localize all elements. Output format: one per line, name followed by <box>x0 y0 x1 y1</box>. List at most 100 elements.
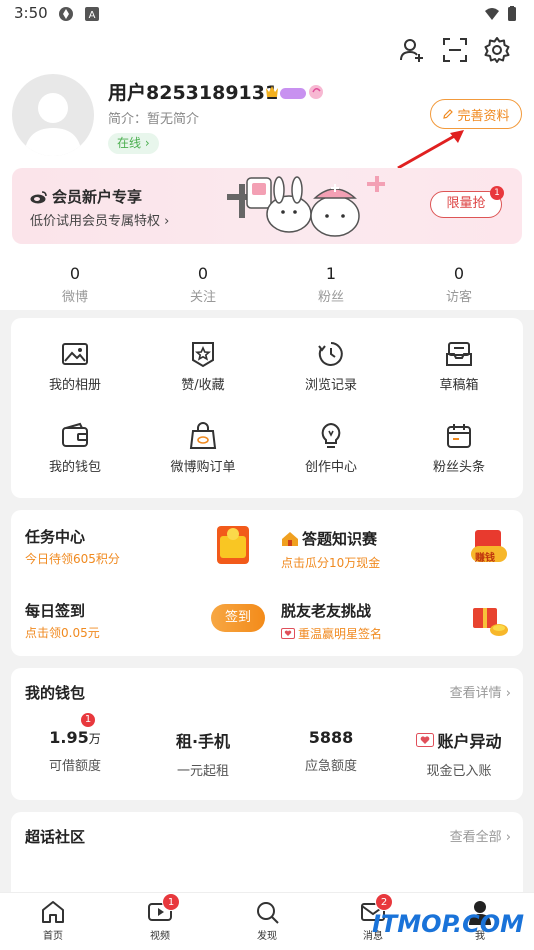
friends-title[interactable]: 脱友老友挑战 <box>281 600 371 621</box>
stat-label: 微博 <box>61 290 88 305</box>
tool-label: 赞/收藏 <box>181 378 225 393</box>
wallet-emergency[interactable]: 5888 应急额度 <box>267 728 395 774</box>
stat-value: 0 <box>197 264 209 283</box>
nav-label: 首页 <box>43 931 63 942</box>
wallet-label: 应急额度 <box>304 759 357 774</box>
quiz-title-row[interactable]: 答题知识赛 <box>281 528 377 549</box>
wallet-title: 我的钱包 <box>25 684 86 702</box>
svg-text:A: A <box>89 10 96 21</box>
nav-home[interactable]: 首页 <box>23 899 83 942</box>
task-center-sub[interactable]: 今日待领605积分 <box>25 550 120 567</box>
checkin-sub[interactable]: 点击领0.05元 <box>25 624 100 641</box>
nav-messages-badge: 2 <box>375 893 393 911</box>
tool-label: 微博购订单 <box>170 460 236 475</box>
wallet-more-link[interactable]: 查看详情 › <box>450 682 511 701</box>
banner-title-row: 会员新户专享 <box>30 186 142 207</box>
add-friend-icon[interactable] <box>398 36 426 64</box>
tasks-card: 任务中心 今日待领605积分 答题知识赛 点击瓜分10万现金 赚钱 每日签到 点… <box>11 510 523 656</box>
super-topics-title: 超话社区 <box>25 828 86 846</box>
tool-fans-headline[interactable]: 粉丝头条 <box>395 422 523 475</box>
envelope-heart-icon <box>281 628 295 639</box>
stat-label: 关注 <box>189 290 216 305</box>
discover-icon <box>257 902 279 924</box>
stat-value: 1 <box>325 264 337 283</box>
intro-text[interactable]: 简介：暂无简介 <box>108 108 199 127</box>
earn-money-badge[interactable]: 赚钱 <box>469 528 509 566</box>
banner-title: 会员新户专享 <box>52 188 143 206</box>
quiz-title: 答题知识赛 <box>302 530 378 548</box>
wallet-value-row: 1.95万 <box>11 728 139 747</box>
vpn-icon <box>59 7 73 21</box>
tool-wallet[interactable]: 我的钱包 <box>11 422 139 475</box>
stats-row: 0 微博 0 关注 1 粉丝 0 访客 <box>0 258 534 310</box>
edit-profile-label: 完善资料 <box>457 108 510 124</box>
nav-video-badge: 1 <box>162 893 180 911</box>
username: 用户8253189131 <box>108 82 279 104</box>
quiz-sub[interactable]: 点击瓜分10万现金 <box>281 554 380 571</box>
tool-label: 粉丝头条 <box>432 460 485 475</box>
task-center-title[interactable]: 任务中心 <box>25 526 85 547</box>
stat-following[interactable]: 0 关注 <box>139 264 267 305</box>
wallet-value: 1.95 <box>49 728 89 747</box>
tools-card: 我的相册 赞/收藏 浏览记录 草稿箱 我的钱包 微博购订单 创作中心 粉丝头条 <box>11 318 523 498</box>
scan-icon[interactable] <box>441 36 469 64</box>
task-reward-icon[interactable] <box>215 524 251 566</box>
vip-badge-icon[interactable] <box>264 82 328 102</box>
battery-icon <box>508 6 516 21</box>
house-icon <box>282 531 298 546</box>
annotation-arrow-icon <box>397 130 464 170</box>
wallet-credit-limit[interactable]: 1.95万 可借额度 <box>11 728 139 774</box>
default-avatar-icon <box>24 93 82 156</box>
settings-gear-icon[interactable] <box>483 36 511 64</box>
pencil-icon <box>443 109 454 119</box>
wallet-label: 现金已入账 <box>426 764 492 779</box>
tool-label: 浏览记录 <box>304 378 357 393</box>
checkin-button[interactable]: 签到 <box>211 604 265 632</box>
friends-sub: 重温赢明星签名 <box>298 627 383 641</box>
wallet-icon <box>62 422 88 447</box>
stat-visitors[interactable]: 0 访客 <box>395 264 523 305</box>
wallet-card: 我的钱包 查看详情 › 1.95万 可借额度 1 租·手机 一元起租 5888 … <box>11 668 523 800</box>
super-topics-card: 超话社区 查看全部 › <box>11 812 523 902</box>
tool-label: 我的钱包 <box>48 460 101 475</box>
checkin-title[interactable]: 每日签到 <box>25 600 85 621</box>
tool-shopping-orders[interactable]: 微博购订单 <box>139 422 267 475</box>
nav-discover[interactable]: 发现 <box>237 899 297 942</box>
shopping-bag-icon <box>189 422 217 449</box>
notification-a-icon: A <box>85 7 99 21</box>
tool-drafts[interactable]: 草稿箱 <box>395 340 523 393</box>
fans-headline-icon <box>447 424 471 448</box>
envelope-heart-icon <box>416 733 435 747</box>
member-banner[interactable]: 会员新户专享 低价试用会员专属特权 › 限量抢 1 <box>12 168 522 244</box>
stat-fans[interactable]: 1 粉丝 <box>267 264 395 305</box>
lightbulb-icon <box>321 422 341 448</box>
history-icon <box>318 342 343 366</box>
friends-sub-row[interactable]: 重温赢明星签名 <box>281 625 382 642</box>
tool-label: 草稿箱 <box>439 378 479 393</box>
earn-money-label: 赚钱 <box>475 553 495 564</box>
tool-label: 创作中心 <box>304 460 357 475</box>
nav-label: 发现 <box>257 931 277 942</box>
stat-weibo[interactable]: 0 微博 <box>11 264 139 305</box>
stat-value: 0 <box>69 264 81 283</box>
super-topics-more-link[interactable]: 查看全部 › <box>450 826 511 845</box>
like-collect-icon <box>192 342 214 368</box>
drafts-icon <box>446 342 472 366</box>
wallet-label: 一元起租 <box>176 764 229 779</box>
wallet-label: 可借额度 <box>48 759 101 774</box>
grab-badge: 1 <box>490 186 504 200</box>
tool-like-collect[interactable]: 赞/收藏 <box>139 340 267 393</box>
wallet-badge: 1 <box>80 712 96 728</box>
weibo-logo-icon <box>30 190 47 203</box>
gift-box-icon[interactable] <box>469 602 509 638</box>
avatar[interactable] <box>12 74 94 156</box>
nav-video[interactable]: 视频 <box>130 899 190 942</box>
tool-creator-center[interactable]: 创作中心 <box>267 422 395 475</box>
wallet-phone-rental[interactable]: 租·手机 一元起租 <box>139 728 267 779</box>
tool-photo-album[interactable]: 我的相册 <box>11 340 139 393</box>
online-status[interactable]: 在线 › <box>108 133 159 154</box>
stat-value: 0 <box>453 264 465 283</box>
tool-history[interactable]: 浏览记录 <box>267 340 395 393</box>
wallet-value: 账户异动 <box>437 732 502 751</box>
wallet-account-change[interactable]: 账户异动 现金已入账 <box>395 728 523 779</box>
